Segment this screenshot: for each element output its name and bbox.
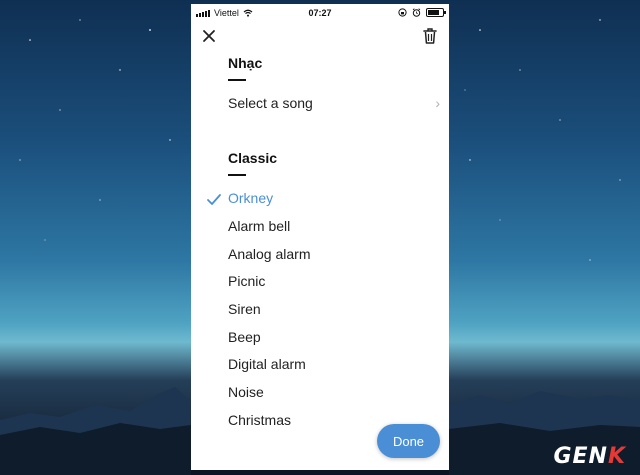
classic-section-rule — [228, 174, 246, 176]
done-button[interactable]: Done — [377, 424, 440, 458]
trash-icon — [423, 28, 437, 44]
status-right — [398, 8, 446, 17]
tone-item-orkney[interactable]: Orkney — [228, 188, 428, 208]
tone-item-beep[interactable]: Beep — [228, 327, 428, 347]
select-song-label: Select a song — [228, 95, 313, 111]
battery-icon — [426, 8, 446, 17]
checkmark-icon — [207, 194, 221, 205]
select-song-row[interactable]: Select a song › — [228, 93, 442, 113]
close-icon — [203, 30, 215, 42]
delete-button[interactable] — [421, 26, 439, 46]
genk-watermark: GENK — [553, 444, 626, 469]
phone-screen: Viettel 07:27 Nhạc Select a song › Class… — [191, 4, 449, 470]
status-bar: Viettel 07:27 — [191, 4, 449, 24]
watermark-prefix: GEN — [553, 444, 608, 469]
tone-item-picnic[interactable]: Picnic — [228, 271, 428, 291]
music-section-title: Nhạc — [228, 55, 263, 71]
tone-item-noise[interactable]: Noise — [228, 382, 428, 402]
alarm-icon — [412, 8, 421, 17]
watermark-suffix: K — [607, 444, 626, 469]
tone-item-analog-alarm[interactable]: Analog alarm — [228, 244, 428, 264]
music-section-rule — [228, 79, 246, 81]
tone-item-siren[interactable]: Siren — [228, 299, 428, 319]
tone-item-alarm-bell[interactable]: Alarm bell — [228, 216, 428, 236]
classic-section-title: Classic — [228, 150, 278, 166]
close-button[interactable] — [199, 26, 219, 46]
chevron-right-icon: › — [435, 95, 440, 111]
tone-item-digital-alarm[interactable]: Digital alarm — [228, 354, 428, 374]
lock-rotation-icon — [398, 8, 407, 17]
